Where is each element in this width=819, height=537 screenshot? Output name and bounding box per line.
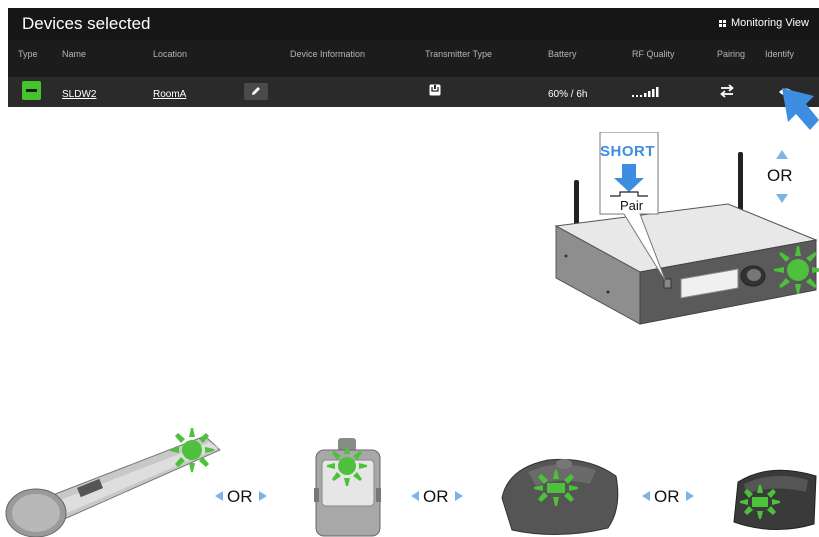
edit-location-button[interactable] [244, 83, 268, 100]
device-location-link[interactable]: RoomA [153, 89, 186, 100]
pencil-icon [252, 87, 260, 95]
title-bar: Devices selected Monitoring View [8, 8, 819, 40]
monitoring-view-button[interactable]: Monitoring View [718, 17, 809, 29]
left-arrow-icon [642, 491, 650, 501]
handheld-microphone-illustration [5, 428, 221, 537]
rf-quality-signal-icon [632, 87, 659, 97]
or-label-3: OR [654, 487, 680, 506]
bodypack-transmitter-illustration [314, 438, 381, 537]
column-header-pairing: Pairing [717, 49, 746, 59]
right-arrow-icon [686, 491, 694, 501]
pair-button-label: Pair [620, 198, 644, 213]
handheld-led-glow [170, 428, 214, 472]
or-label-2: OR [423, 487, 449, 506]
or-label-receiver: OR [767, 166, 793, 185]
grid-icon [718, 19, 726, 27]
right-arrow-icon [455, 491, 463, 501]
blue-cursor-arrow-icon [782, 88, 819, 130]
devices-panel: Devices selected Monitoring View Type Na… [8, 8, 819, 107]
short-press-label: SHORT [600, 143, 655, 160]
left-arrow-icon [411, 491, 419, 501]
device-row[interactable]: SLDW2 RoomA 60% / 6h [8, 77, 819, 107]
battery-value: 60% / 6h [548, 89, 588, 100]
column-header-device-information: Device Information [290, 49, 366, 59]
receiver-illustration [554, 132, 819, 325]
monitoring-view-label: Monitoring View [730, 17, 809, 29]
receiver-type-icon [22, 81, 41, 100]
column-header-transmitter-type: Transmitter Type [425, 49, 493, 59]
pairing-icon[interactable] [719, 84, 735, 98]
column-header-identify: Identify [765, 49, 795, 59]
right-arrow-icon [259, 491, 267, 501]
boundary-microphone-illustration [733, 469, 817, 530]
panel-title: Devices selected [22, 14, 151, 33]
column-header-rf-quality: RF Quality [632, 49, 675, 59]
bodypack-transmitter-icon [429, 84, 441, 96]
table-base-led-glow [534, 470, 578, 506]
device-name-link[interactable]: SLDW2 [62, 89, 96, 100]
column-header-location: Location [153, 49, 188, 59]
table-base-microphone-illustration [501, 458, 619, 535]
column-header-type: Type [18, 49, 38, 59]
column-header-battery: Battery [548, 49, 577, 59]
or-label-1: OR [227, 487, 253, 506]
boundary-led-glow [740, 485, 780, 519]
column-header-name: Name [62, 49, 87, 59]
left-arrow-icon [215, 491, 223, 501]
bodypack-led-glow [327, 446, 367, 486]
